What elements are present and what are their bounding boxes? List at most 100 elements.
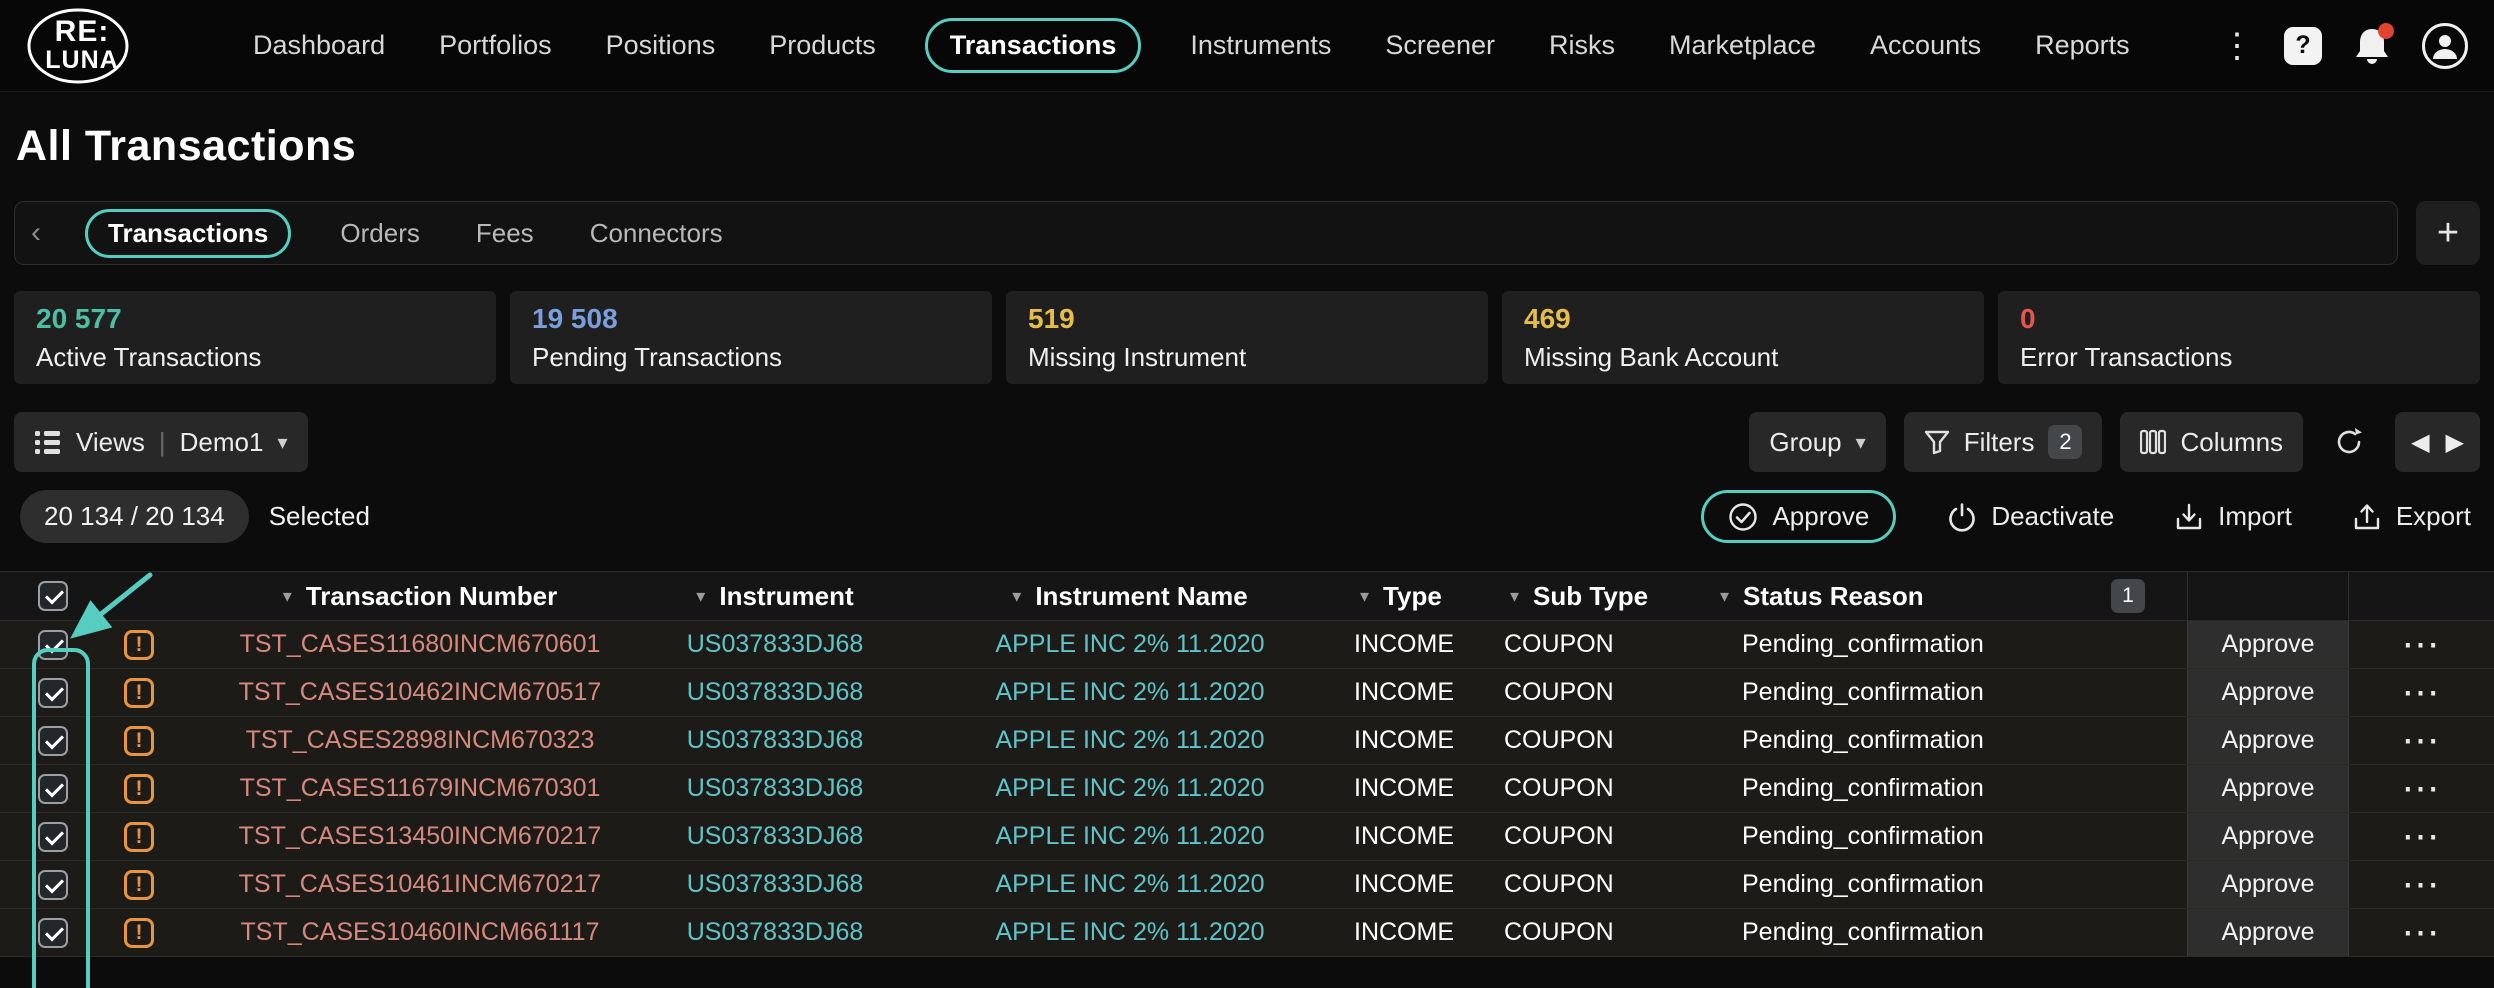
approve-button[interactable]: Approve [1701,490,1896,543]
row-checkbox[interactable] [38,630,68,660]
chevron-down-icon[interactable]: ▾ [1012,586,1021,607]
cell-transaction-number[interactable]: TST_CASES10462INCM670517 [200,669,640,716]
chevron-down-icon[interactable]: ▾ [1360,586,1369,607]
cell-transaction-number[interactable]: TST_CASES10461INCM670217 [200,861,640,908]
header-transaction-number[interactable]: ▾ Transaction Number [200,572,640,620]
row-menu-icon[interactable]: ⋯ [2349,813,2494,860]
filters-button[interactable]: Filters 2 [1904,412,2103,472]
row-approve-button[interactable]: Approve [2187,669,2349,716]
row-menu-icon[interactable]: ⋯ [2349,669,2494,716]
cell-transaction-number[interactable]: TST_CASES11679INCM670301 [200,765,640,812]
cell-transaction-number[interactable]: TST_CASES11680INCM670601 [200,621,640,668]
cell-instrument-name[interactable]: APPLE INC 2% 11.2020 [910,669,1350,716]
warning-icon: ! [124,918,154,948]
row-approve-button[interactable]: Approve [2187,861,2349,908]
notifications-bell-icon[interactable] [2352,25,2392,67]
row-approve-button[interactable]: Approve [2187,813,2349,860]
nav-item-instruments[interactable]: Instruments [1185,18,1336,73]
row-checkbox[interactable] [38,678,68,708]
cell-transaction-number[interactable]: TST_CASES13450INCM670217 [200,813,640,860]
cell-instrument-name[interactable]: APPLE INC 2% 11.2020 [910,909,1350,956]
cell-instrument-name[interactable]: APPLE INC 2% 11.2020 [910,813,1350,860]
row-approve-button[interactable]: Approve [2187,765,2349,812]
cell-instrument[interactable]: US037833DJ68 [640,669,910,716]
nav-item-accounts[interactable]: Accounts [1865,18,1986,73]
nav-item-risks[interactable]: Risks [1544,18,1620,73]
pagination-control[interactable]: ◀ ▶ [2395,412,2480,472]
row-menu-icon[interactable]: ⋯ [2349,861,2494,908]
stat-card[interactable]: 469 Missing Bank Account [1502,291,1984,384]
row-checkbox[interactable] [38,870,68,900]
nav-item-marketplace[interactable]: Marketplace [1664,18,1821,73]
row-menu-icon[interactable]: ⋯ [2349,765,2494,812]
check-circle-icon [1728,502,1758,532]
columns-button[interactable]: Columns [2120,412,2303,472]
stat-card[interactable]: 19 508 Pending Transactions [510,291,992,384]
cell-instrument[interactable]: US037833DJ68 [640,765,910,812]
row-approve-button[interactable]: Approve [2187,717,2349,764]
refresh-button[interactable] [2321,414,2377,470]
chevron-down-icon: ▾ [277,430,287,455]
cell-instrument-name[interactable]: APPLE INC 2% 11.2020 [910,861,1350,908]
nav-item-portfolios[interactable]: Portfolios [434,18,557,73]
chevron-down-icon[interactable]: ▾ [1510,586,1519,607]
row-checkbox[interactable] [38,918,68,948]
deactivate-button[interactable]: Deactivate [1938,490,2123,543]
user-avatar[interactable] [2422,23,2468,69]
cell-instrument[interactable]: US037833DJ68 [640,909,910,956]
views-list-icon [34,429,62,455]
cell-transaction-number[interactable]: TST_CASES2898INCM670323 [200,717,640,764]
tab-orders[interactable]: Orders [333,209,426,258]
cell-transaction-number[interactable]: TST_CASES10460INCM661117 [200,909,640,956]
stat-card[interactable]: 0 Error Transactions [1998,291,2480,384]
row-checkbox[interactable] [38,822,68,852]
export-button[interactable]: Export [2343,490,2480,543]
nav-item-reports[interactable]: Reports [2030,18,2135,73]
row-menu-icon[interactable]: ⋯ [2349,621,2494,668]
chevron-down-icon[interactable]: ▾ [696,586,705,607]
nav-item-products[interactable]: Products [764,18,881,73]
nav-item-transactions[interactable]: Transactions [925,18,1142,73]
prev-page-icon[interactable]: ◀ [2411,428,2429,457]
nav-item-dashboard[interactable]: Dashboard [248,18,390,73]
tabs-scroll-left-icon[interactable]: ‹ [29,216,43,250]
row-checkbox[interactable] [38,726,68,756]
row-approve-button[interactable]: Approve [2187,909,2349,956]
cell-instrument-name[interactable]: APPLE INC 2% 11.2020 [910,621,1350,668]
chevron-down-icon[interactable]: ▾ [1720,586,1729,607]
views-selector-button[interactable]: Views | Demo1 ▾ [14,412,308,472]
header-sub-type[interactable]: ▾ Sub Type [1500,572,1710,620]
overflow-menu-icon[interactable]: ⋮ [2220,29,2254,63]
help-icon[interactable]: ? [2284,27,2322,65]
row-menu-icon[interactable]: ⋯ [2349,909,2494,956]
stat-card[interactable]: 519 Missing Instrument [1006,291,1488,384]
chevron-down-icon[interactable]: ▾ [283,586,292,607]
nav-item-positions[interactable]: Positions [601,18,721,73]
select-all-checkbox[interactable] [38,581,68,611]
tab-transactions[interactable]: Transactions [85,209,291,258]
warning-icon: ! [124,726,154,756]
header-instrument-name[interactable]: ▾ Instrument Name [910,572,1350,620]
cell-instrument-name[interactable]: APPLE INC 2% 11.2020 [910,765,1350,812]
import-button[interactable]: Import [2165,490,2301,543]
header-status-reason[interactable]: ▾ Status Reason 1 [1710,572,2187,620]
add-tab-button[interactable]: + [2416,201,2480,265]
cell-instrument[interactable]: US037833DJ68 [640,861,910,908]
row-checkbox[interactable] [38,774,68,804]
row-menu-icon[interactable]: ⋯ [2349,717,2494,764]
tab-connectors[interactable]: Connectors [583,209,730,258]
cell-instrument[interactable]: US037833DJ68 [640,717,910,764]
cell-instrument[interactable]: US037833DJ68 [640,813,910,860]
group-button[interactable]: Group ▾ [1749,412,1885,472]
row-warning-cell: ! [90,909,200,956]
cell-instrument-name[interactable]: APPLE INC 2% 11.2020 [910,717,1350,764]
cell-instrument[interactable]: US037833DJ68 [640,621,910,668]
next-page-icon[interactable]: ▶ [2446,428,2464,457]
table-row: ! TST_CASES13450INCM670217 US037833DJ68 … [0,813,2494,861]
tab-fees[interactable]: Fees [469,209,541,258]
header-type[interactable]: ▾ Type [1350,572,1500,620]
row-approve-button[interactable]: Approve [2187,621,2349,668]
stat-card[interactable]: 20 577 Active Transactions [14,291,496,384]
header-instrument[interactable]: ▾ Instrument [640,572,910,620]
nav-item-screener[interactable]: Screener [1380,18,1500,73]
